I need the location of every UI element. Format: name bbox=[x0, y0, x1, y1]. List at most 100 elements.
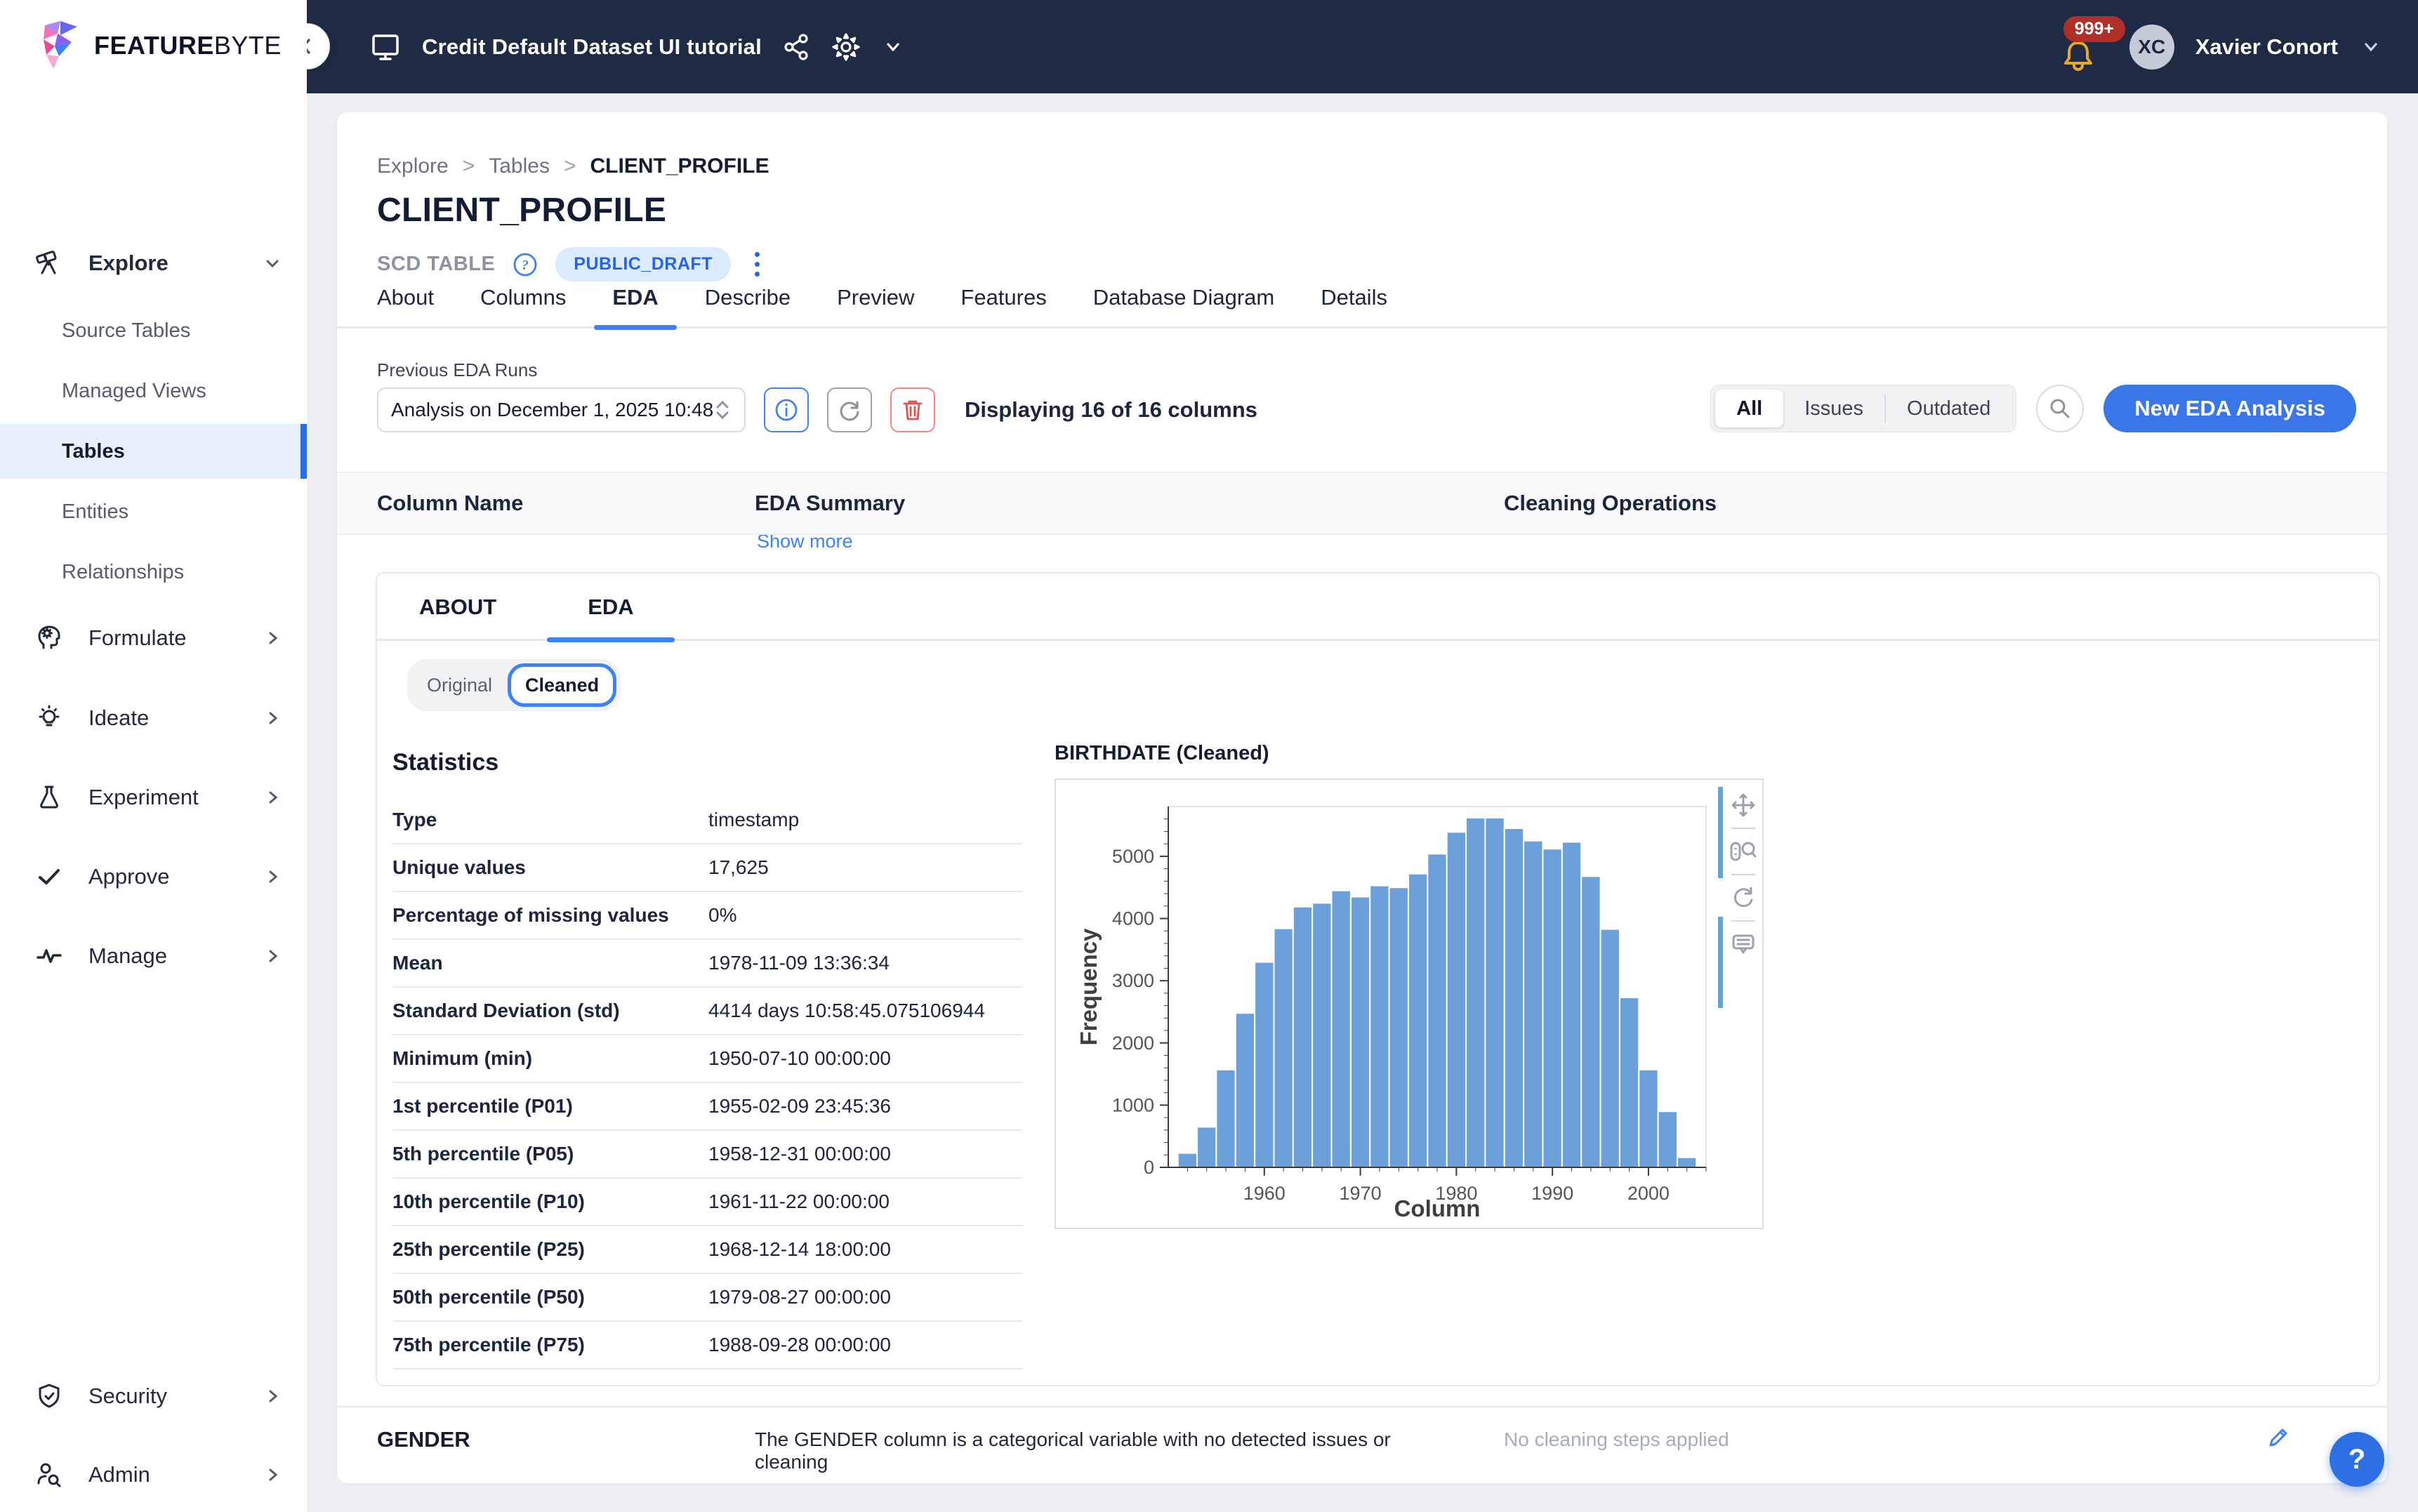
sidebar-item-approve[interactable]: Approve bbox=[0, 849, 307, 904]
breadcrumb-current: CLIENT_PROFILE bbox=[590, 154, 769, 178]
refresh-run-button[interactable] bbox=[827, 387, 872, 432]
sidebar-section-explore[interactable]: Explore bbox=[0, 236, 307, 291]
eda-run-select[interactable]: Analysis on December 1, 2025 10:48:22 AM bbox=[377, 387, 746, 432]
status-badge: PUBLIC_DRAFT bbox=[555, 247, 731, 281]
columns-table-header: Column Name EDA Summary Cleaning Operati… bbox=[337, 472, 2387, 535]
notification-badge: 999+ bbox=[2063, 16, 2125, 42]
flask-icon bbox=[34, 783, 65, 811]
tab-database-diagram[interactable]: Database Diagram bbox=[1093, 285, 1274, 329]
user-name[interactable]: Xavier Conort bbox=[2195, 34, 2338, 60]
hover-tooltip-icon[interactable] bbox=[1729, 930, 1757, 958]
toggle-original[interactable]: Original bbox=[411, 675, 508, 696]
tab-eda[interactable]: EDA bbox=[612, 285, 658, 329]
chart-scrollbar-segment[interactable] bbox=[1718, 917, 1723, 1008]
toggle-cleaned[interactable]: Cleaned bbox=[508, 663, 616, 707]
user-menu-chevron-icon[interactable] bbox=[2359, 35, 2383, 59]
kebab-menu-icon[interactable] bbox=[748, 249, 767, 279]
table-tabs: About Columns EDA Describe Preview Featu… bbox=[377, 285, 1387, 329]
tab-columns[interactable]: Columns bbox=[480, 285, 566, 329]
avatar[interactable]: XC bbox=[2129, 25, 2174, 69]
sidebar-item-managed-views[interactable]: Managed Views bbox=[0, 364, 307, 418]
sidebar-item-experiment[interactable]: Experiment bbox=[0, 770, 307, 825]
statistics-table: Typetimestamp Unique values17,625 Percen… bbox=[392, 797, 1023, 1370]
detail-tab-eda[interactable]: EDA bbox=[588, 595, 633, 641]
delete-run-button[interactable] bbox=[890, 387, 935, 432]
sidebar-item-admin[interactable]: Admin bbox=[0, 1447, 307, 1502]
user-search-icon bbox=[34, 1461, 65, 1489]
notifications-button[interactable]: 999+ bbox=[2059, 19, 2108, 75]
cleaning-operations-text: No cleaning steps applied bbox=[1504, 1428, 1729, 1451]
sidebar-item-tables[interactable]: Tables bbox=[0, 424, 307, 479]
detail-tab-about[interactable]: ABOUT bbox=[419, 595, 496, 641]
filter-all[interactable]: All bbox=[1715, 390, 1783, 427]
filter-issues[interactable]: Issues bbox=[1783, 390, 1884, 427]
tab-preview[interactable]: Preview bbox=[837, 285, 914, 329]
page-title: CLIENT_PROFILE bbox=[377, 191, 666, 230]
sidebar-item-source-tables[interactable]: Source Tables bbox=[0, 303, 307, 358]
search-button[interactable] bbox=[2036, 385, 2084, 432]
histogram-svg: 0100020003000400050001960197019801990200… bbox=[1056, 780, 1762, 1228]
svg-text:5000: 5000 bbox=[1112, 846, 1154, 867]
sidebar-item-manage[interactable]: Manage bbox=[0, 929, 307, 983]
edit-icon[interactable] bbox=[2266, 1426, 2290, 1450]
svg-text:?: ? bbox=[522, 258, 529, 273]
monitor-icon bbox=[369, 30, 402, 64]
chevron-right-icon bbox=[263, 946, 283, 966]
sidebar-item-entities[interactable]: Entities bbox=[0, 484, 307, 539]
reset-icon[interactable] bbox=[1729, 884, 1757, 912]
share-icon[interactable] bbox=[781, 32, 811, 62]
chevron-right-icon bbox=[263, 628, 283, 648]
featurebyte-logo[interactable]: FEATUREBYTE bbox=[39, 21, 282, 70]
filter-outdated[interactable]: Outdated bbox=[1886, 390, 2011, 427]
tab-features[interactable]: Features bbox=[960, 285, 1046, 329]
original-cleaned-toggle: Original Cleaned bbox=[407, 659, 621, 711]
sidebar: FEATUREBYTE Explore Source Tables Manage… bbox=[0, 0, 307, 1512]
breadcrumb: Explore > Tables > CLIENT_PROFILE bbox=[377, 154, 769, 178]
chart-title: BIRTHDATE (Cleaned) bbox=[1055, 742, 1269, 765]
cleaning-operations-header: Cleaning Operations bbox=[1504, 491, 1717, 516]
table-meta-row: SCD TABLE ? PUBLIC_DRAFT bbox=[377, 247, 767, 281]
stat-row: 75th percentile (P75)1988-09-28 00:00:00 bbox=[392, 1322, 1023, 1370]
bell-icon bbox=[2066, 43, 2091, 63]
head-gear-icon bbox=[34, 624, 65, 652]
tab-describe[interactable]: Describe bbox=[705, 285, 791, 329]
help-button[interactable]: ? bbox=[2330, 1432, 2384, 1487]
stat-row: Mean1978-11-09 13:36:34 bbox=[392, 940, 1023, 988]
gear-icon[interactable] bbox=[831, 32, 861, 62]
breadcrumb-tables[interactable]: Tables bbox=[489, 154, 550, 178]
show-more-link[interactable]: Show more bbox=[757, 535, 853, 552]
chevron-right-icon bbox=[263, 788, 283, 807]
workspace-title[interactable]: Credit Default Dataset UI tutorial bbox=[422, 34, 762, 60]
chart-toolbar bbox=[1729, 791, 1758, 958]
pan-icon[interactable] bbox=[1729, 791, 1757, 819]
chart-scrollbar-segment[interactable] bbox=[1718, 787, 1723, 878]
stat-row: 1st percentile (P01)1955-02-09 23:45:36 bbox=[392, 1083, 1023, 1131]
stat-row: Standard Deviation (std)4414 days 10:58:… bbox=[392, 988, 1023, 1035]
table-row-gender[interactable]: GENDER The GENDER column is a categorica… bbox=[337, 1406, 2387, 1483]
stat-row: Minimum (min)1950-07-10 00:00:00 bbox=[392, 1035, 1023, 1083]
stat-row: Percentage of missing values0% bbox=[392, 892, 1023, 940]
chevron-right-icon bbox=[263, 708, 283, 728]
chevron-down-icon bbox=[262, 253, 283, 274]
topbar: Credit Default Dataset UI tutorial 999+ … bbox=[307, 0, 2418, 93]
tab-details[interactable]: Details bbox=[1321, 285, 1387, 329]
stat-row: 25th percentile (P25)1968-12-14 18:00:00 bbox=[392, 1226, 1023, 1274]
chevron-down-icon[interactable] bbox=[881, 35, 905, 59]
run-info-button[interactable] bbox=[764, 387, 809, 432]
sidebar-item-security[interactable]: Security bbox=[0, 1369, 307, 1424]
eda-filter-segmented: All Issues Outdated bbox=[1710, 385, 2016, 432]
show-more-strip: Show more bbox=[337, 535, 2387, 555]
lightbulb-icon bbox=[34, 704, 65, 732]
stat-row: 5th percentile (P05)1958-12-31 00:00:00 bbox=[392, 1131, 1023, 1179]
svg-text:Column: Column bbox=[1394, 1195, 1481, 1221]
tab-about[interactable]: About bbox=[377, 285, 434, 329]
wheel-zoom-icon[interactable] bbox=[1729, 837, 1758, 866]
new-eda-analysis-button[interactable]: New EDA Analysis bbox=[2103, 385, 2356, 432]
svg-text:2000: 2000 bbox=[1627, 1183, 1670, 1204]
sidebar-item-relationships[interactable]: Relationships bbox=[0, 545, 307, 599]
sidebar-item-ideate[interactable]: Ideate bbox=[0, 691, 307, 745]
sidebar-item-formulate[interactable]: Formulate bbox=[0, 611, 307, 665]
breadcrumb-explore[interactable]: Explore bbox=[377, 154, 449, 178]
logo-text: FEATUREBYTE bbox=[94, 31, 282, 60]
info-circle-icon[interactable]: ? bbox=[512, 251, 539, 278]
